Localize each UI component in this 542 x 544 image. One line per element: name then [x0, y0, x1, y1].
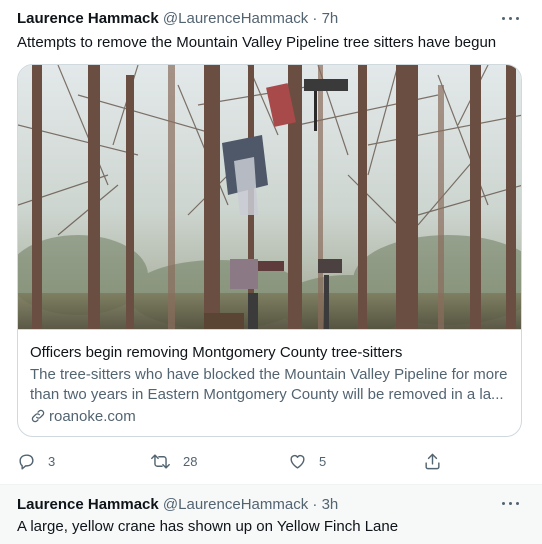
retweet-count: 28: [183, 453, 198, 469]
author-name[interactable]: Laurence Hammack: [17, 496, 159, 513]
heart-icon: [290, 454, 305, 469]
reply-button[interactable]: 3: [17, 449, 55, 473]
card-description-line: than two years in Eastern Montgomery Cou…: [30, 386, 504, 403]
action-bar: 3 28 5: [0, 449, 542, 473]
more-dots-icon[interactable]: [500, 8, 522, 28]
meta-separator: ·: [312, 496, 318, 513]
share-icon: [425, 453, 440, 469]
share-button[interactable]: [423, 449, 442, 473]
tweet-text: Attempts to remove the Mountain Valley P…: [17, 34, 497, 51]
tweet[interactable]: Laurence Hammack @LaurenceHammack · 3h A…: [0, 485, 542, 544]
tweet-text: A large, yellow crane has shown up on Ye…: [17, 518, 399, 535]
like-button[interactable]: 5: [288, 449, 326, 473]
tweet-time[interactable]: 7h: [322, 10, 339, 27]
card-image[interactable]: [18, 65, 522, 330]
like-count: 5: [319, 453, 327, 469]
link-card[interactable]: Officers begin removing Montgomery Count…: [17, 64, 522, 437]
more-dots-icon[interactable]: [500, 493, 522, 513]
author-name[interactable]: Laurence Hammack: [17, 10, 159, 27]
card-domain[interactable]: roanoke.com: [30, 407, 136, 427]
tweet-header: Laurence Hammack @LaurenceHammack · 7h: [17, 9, 338, 29]
meta-separator: ·: [312, 10, 318, 27]
card-title[interactable]: Officers begin removing Montgomery Count…: [30, 343, 402, 363]
card-description-line: The tree-sitters who have blocked the Mo…: [30, 366, 508, 383]
reply-count: 3: [48, 453, 56, 469]
tweet[interactable]: Laurence Hammack @LaurenceHammack · 7h A…: [0, 0, 542, 485]
author-handle[interactable]: @LaurenceHammack: [163, 496, 308, 513]
card-description: The tree-sitters who have blocked the Mo…: [30, 365, 512, 405]
tweet-time[interactable]: 3h: [322, 496, 339, 513]
retweet-icon: [151, 453, 170, 469]
link-icon: [31, 409, 45, 423]
tweet-header: Laurence Hammack @LaurenceHammack · 3h: [17, 495, 338, 515]
card-domain-text: roanoke.com: [49, 408, 136, 425]
retweet-button[interactable]: 28: [150, 449, 197, 473]
reply-icon: [19, 453, 34, 469]
author-handle[interactable]: @LaurenceHammack: [163, 10, 308, 27]
